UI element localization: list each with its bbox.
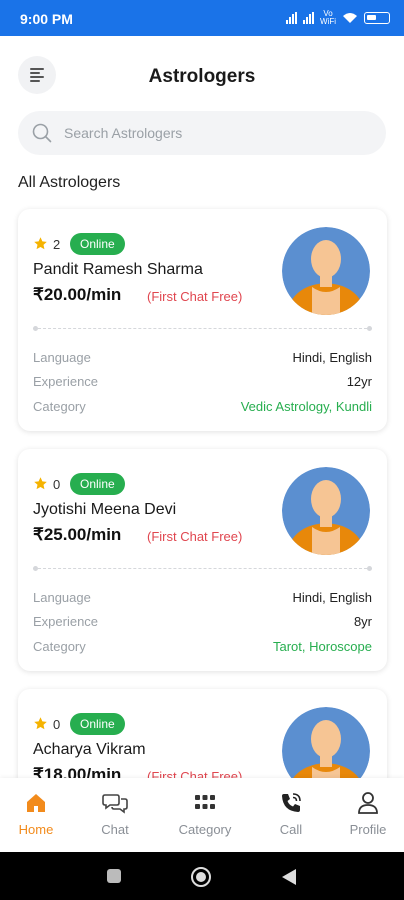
home-circle-icon[interactable] (190, 866, 212, 888)
detail-row-experience: Experience 8yr (33, 614, 372, 632)
astrologer-name: Pandit Ramesh Sharma (33, 261, 203, 278)
detail-row-language: Language Hindi, English (33, 590, 372, 608)
nav-profile[interactable]: Profile (328, 790, 404, 837)
first-chat-free-label: (First Chat Free) (147, 769, 243, 778)
phone-icon (282, 793, 301, 812)
nav-label: Call (279, 822, 303, 837)
star-icon (34, 237, 47, 250)
detail-label: Experience (33, 374, 99, 389)
signal-icon-2 (303, 12, 314, 24)
search-bar[interactable] (18, 111, 386, 155)
status-bar: 9:00 PM Vo WiFi (0, 0, 404, 36)
detail-value: Hindi, English (292, 590, 373, 605)
nav-category[interactable]: Category (165, 790, 245, 837)
back-icon[interactable] (281, 868, 297, 886)
bottom-nav: Home Chat Category Call Profile (0, 778, 404, 852)
astrologer-name: Acharya Vikram (33, 741, 146, 758)
detail-label: Experience (33, 614, 99, 629)
astrologer-card[interactable]: 0 Online Acharya Vikram ₹18.00/min (Firs… (18, 689, 387, 778)
system-nav-bar (0, 852, 404, 900)
nav-label: Chat (101, 822, 129, 837)
astrologer-name: Jyotishi Meena Devi (33, 501, 177, 518)
home-icon (27, 794, 45, 812)
user-icon (358, 792, 378, 814)
grid-icon (195, 795, 215, 809)
price-per-min: ₹20.00/min (33, 285, 122, 304)
first-chat-free-label: (First Chat Free) (147, 289, 243, 304)
detail-label: Language (33, 350, 91, 365)
search-input[interactable] (64, 125, 354, 141)
rating-value: 0 (53, 477, 61, 492)
signal-icon (286, 12, 297, 24)
page-title: Astrologers (148, 66, 256, 87)
first-chat-free-label: (First Chat Free) (147, 529, 243, 544)
detail-value: 12yr (346, 374, 372, 389)
battery-icon (364, 12, 390, 24)
section-title: All Astrologers (18, 174, 121, 191)
nav-chat[interactable]: Chat (75, 790, 155, 837)
detail-value: Vedic Astrology, Kundli (240, 399, 372, 414)
rating-value: 2 (53, 237, 61, 252)
detail-row-category: Category Tarot, Horoscope (33, 639, 372, 657)
detail-label: Category (33, 639, 86, 654)
nav-label: Category (178, 822, 232, 837)
dashed-divider (33, 566, 372, 571)
avatar (282, 707, 370, 778)
astrologer-card[interactable]: 2 Online Pandit Ramesh Sharma ₹20.00/min… (18, 209, 387, 431)
detail-value: Hindi, English (292, 350, 373, 365)
online-badge: Online (70, 473, 125, 495)
nav-label: Home (18, 822, 54, 837)
avatar (282, 467, 370, 555)
astrologer-list[interactable]: 2 Online Pandit Ramesh Sharma ₹20.00/min… (0, 200, 404, 778)
online-badge: Online (70, 233, 125, 255)
nav-label: Profile (349, 822, 387, 837)
price-per-min: ₹18.00/min (33, 765, 122, 778)
search-icon (32, 123, 52, 143)
nav-home[interactable]: Home (0, 790, 76, 837)
dashed-divider (33, 326, 372, 331)
detail-row-category: Category Vedic Astrology, Kundli (33, 399, 372, 417)
status-icons: Vo WiFi (286, 10, 390, 26)
astrologer-card[interactable]: 0 Online Jyotishi Meena Devi ₹25.00/min … (18, 449, 387, 671)
detail-value: 8yr (353, 614, 372, 629)
detail-value: Tarot, Horoscope (273, 639, 372, 654)
app-header: Astrologers (0, 36, 404, 114)
nav-call[interactable]: Call (251, 790, 331, 837)
rating-value: 0 (53, 717, 61, 732)
wifi-icon (343, 13, 357, 23)
detail-label: Category (33, 399, 86, 414)
detail-row-experience: Experience 12yr (33, 374, 372, 392)
vowifi-label: Vo WiFi (320, 9, 336, 26)
avatar (282, 227, 370, 315)
chat-icon (102, 794, 128, 814)
price-per-min: ₹25.00/min (33, 525, 122, 544)
online-badge: Online (70, 713, 125, 735)
detail-label: Language (33, 590, 91, 605)
star-icon (34, 717, 47, 730)
recents-icon[interactable] (106, 868, 122, 884)
detail-row-language: Language Hindi, English (33, 350, 372, 368)
star-icon (34, 477, 47, 490)
status-time: 9:00 PM (20, 11, 73, 27)
